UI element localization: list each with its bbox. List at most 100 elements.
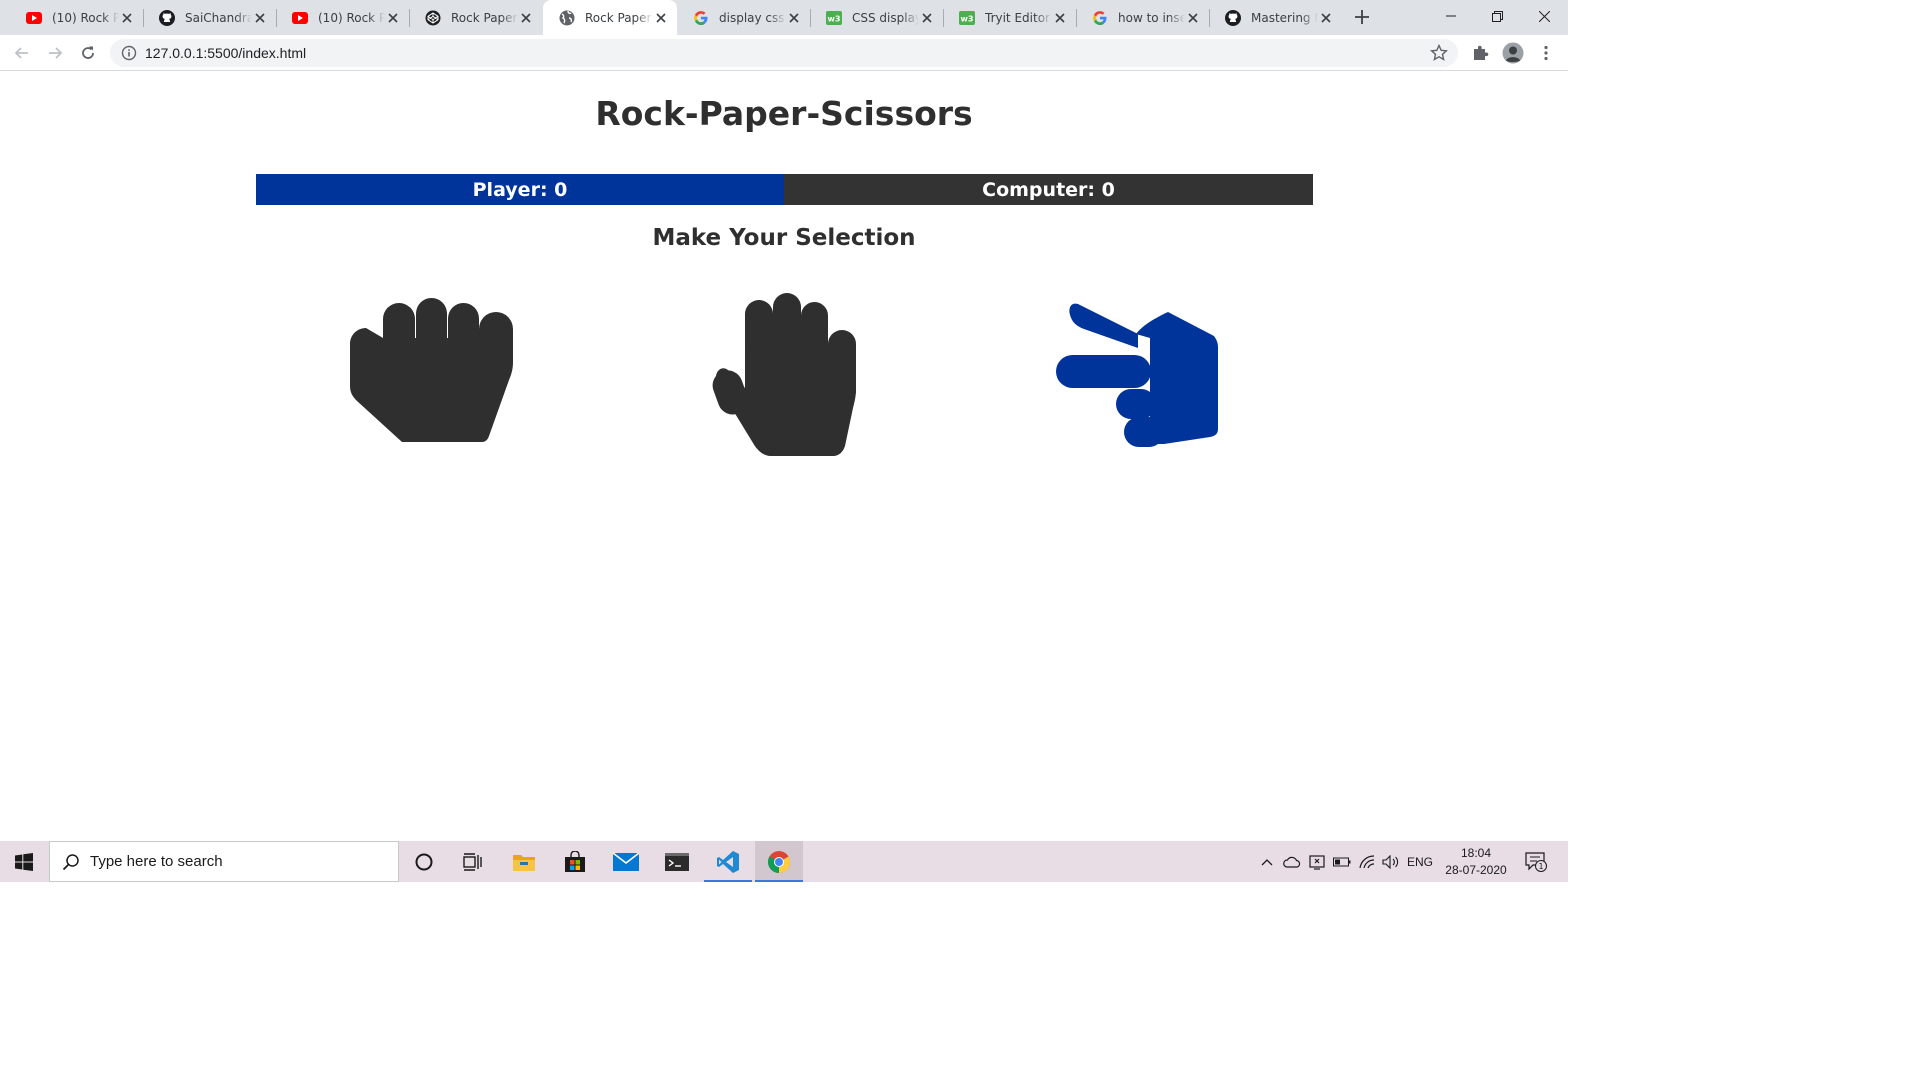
avatar-icon xyxy=(1502,42,1524,64)
back-button[interactable] xyxy=(8,39,36,67)
cortana-icon xyxy=(415,853,433,870)
cortana-button[interactable] xyxy=(400,841,448,882)
language-indicator[interactable]: ENG xyxy=(1404,841,1436,882)
close-icon[interactable] xyxy=(786,10,802,26)
youtube-icon xyxy=(292,10,308,26)
page-content: Rock-Paper-Scissors Player: 0 Computer: … xyxy=(0,72,1568,841)
mail-button[interactable] xyxy=(602,841,650,882)
tab-title: SaiChandra2 xyxy=(185,10,252,25)
restore-button[interactable] xyxy=(1474,0,1520,32)
windows-logo-icon xyxy=(15,852,33,871)
browser-tab[interactable]: Rock Paper Scissors xyxy=(409,0,542,35)
extensions-button[interactable] xyxy=(1470,43,1490,63)
speaker-icon xyxy=(1382,854,1399,869)
file-explorer-button[interactable] xyxy=(500,841,548,882)
tab-title: Mastering Markdown xyxy=(1251,10,1318,25)
tab-title: display css - Google Search xyxy=(719,10,786,25)
computer-score: Computer: 0 xyxy=(784,174,1313,205)
taskbar: Type here to search ENG 18:04 28-07-2020… xyxy=(0,841,1568,882)
minimize-button[interactable] xyxy=(1428,0,1474,32)
restore-icon xyxy=(1491,10,1503,22)
battery-icon xyxy=(1333,857,1351,866)
new-tab-button[interactable] xyxy=(1352,7,1372,27)
search-placeholder: Type here to search xyxy=(90,853,223,870)
kebab-menu-icon xyxy=(1544,45,1548,61)
task-view-icon xyxy=(463,852,482,871)
codepen-icon xyxy=(425,10,441,26)
profile-avatar[interactable] xyxy=(1502,42,1524,64)
battery-button[interactable] xyxy=(1330,841,1354,882)
chrome-button[interactable] xyxy=(755,841,803,882)
reload-button[interactable] xyxy=(74,39,102,67)
reload-icon xyxy=(82,46,94,59)
browser-tab[interactable]: Mastering Markdown xyxy=(1209,0,1342,35)
system-clock[interactable]: 18:04 28-07-2020 xyxy=(1436,845,1516,879)
taskbar-search-input[interactable]: Type here to search xyxy=(49,841,399,882)
address-bar[interactable]: 127.0.0.1:5500/index.html xyxy=(110,39,1458,67)
onedrive-button[interactable] xyxy=(1280,841,1304,882)
close-icon[interactable] xyxy=(653,10,669,26)
browser-tab[interactable]: how to insert - Google Search xyxy=(1076,0,1209,35)
close-icon xyxy=(1538,10,1550,22)
vscode-button[interactable] xyxy=(704,841,752,882)
browser-tab[interactable]: w3 Tryit Editor v3.6 xyxy=(943,0,1076,35)
page-title: Rock-Paper-Scissors xyxy=(595,94,973,133)
close-icon[interactable] xyxy=(1052,10,1068,26)
forward-button[interactable] xyxy=(41,39,69,67)
close-icon[interactable] xyxy=(119,10,135,26)
security-button[interactable] xyxy=(1305,841,1329,882)
volume-button[interactable] xyxy=(1379,841,1403,882)
browser-tab[interactable]: w3 CSS display property xyxy=(810,0,943,35)
search-icon xyxy=(62,854,79,871)
plus-icon xyxy=(1355,10,1369,24)
tab-title: Rock Paper Scissors xyxy=(451,10,518,25)
close-icon[interactable] xyxy=(919,10,935,26)
store-button[interactable] xyxy=(551,841,599,882)
tab-title: how to insert - Google Search xyxy=(1118,10,1185,25)
browser-menu-button[interactable] xyxy=(1536,43,1556,63)
close-icon[interactable] xyxy=(1185,10,1201,26)
w3schools-icon: w3 xyxy=(959,10,975,26)
wifi-button[interactable] xyxy=(1355,841,1379,882)
scissors-button[interactable] xyxy=(1050,298,1222,450)
globe-icon xyxy=(559,10,575,26)
browser-tab[interactable]: SaiChandra2 xyxy=(143,0,276,35)
chrome-icon xyxy=(768,850,790,873)
close-window-button[interactable] xyxy=(1521,0,1567,32)
paper-button[interactable] xyxy=(708,288,860,460)
hand-paper-icon xyxy=(712,293,856,456)
url-text[interactable]: 127.0.0.1:5500/index.html xyxy=(145,45,306,61)
show-hidden-icons-button[interactable] xyxy=(1256,841,1278,882)
browser-tab[interactable]: (10) Rock Paper Scissors xyxy=(10,0,143,35)
close-icon[interactable] xyxy=(385,10,401,26)
close-icon[interactable] xyxy=(518,10,534,26)
terminal-button[interactable] xyxy=(653,841,701,882)
minimize-icon xyxy=(1446,15,1456,17)
browser-toolbar: 127.0.0.1:5500/index.html xyxy=(0,35,1568,71)
file-explorer-icon xyxy=(513,854,535,871)
vscode-icon xyxy=(717,850,739,873)
svg-text:w3: w3 xyxy=(828,14,841,23)
close-icon[interactable] xyxy=(1318,10,1334,26)
youtube-icon xyxy=(26,10,42,26)
rock-button[interactable] xyxy=(345,298,517,450)
clock-time: 18:04 xyxy=(1460,846,1492,860)
action-center-button[interactable]: 1 xyxy=(1520,841,1552,882)
chevron-up-icon xyxy=(1261,858,1273,865)
start-button[interactable] xyxy=(0,841,48,882)
browser-tab[interactable]: (10) Rock Paper Scissors xyxy=(276,0,409,35)
scoreboard: Player: 0 Computer: 0 xyxy=(256,174,1313,205)
browser-tab[interactable]: display css - Google Search xyxy=(677,0,810,35)
browser-tab-active[interactable]: Rock Paper Scissors xyxy=(543,0,677,35)
mail-icon xyxy=(613,851,639,871)
info-icon[interactable] xyxy=(121,45,137,61)
bookmark-star-icon[interactable] xyxy=(1430,44,1448,62)
task-view-button[interactable] xyxy=(449,841,497,882)
arrow-left-icon xyxy=(14,47,28,59)
store-icon xyxy=(565,850,585,872)
language-label: ENG xyxy=(1406,854,1433,869)
tab-title: Tryit Editor v3.6 xyxy=(985,10,1052,25)
close-icon[interactable] xyxy=(252,10,268,26)
google-icon xyxy=(1092,10,1108,26)
selection-prompt: Make Your Selection xyxy=(652,225,916,251)
